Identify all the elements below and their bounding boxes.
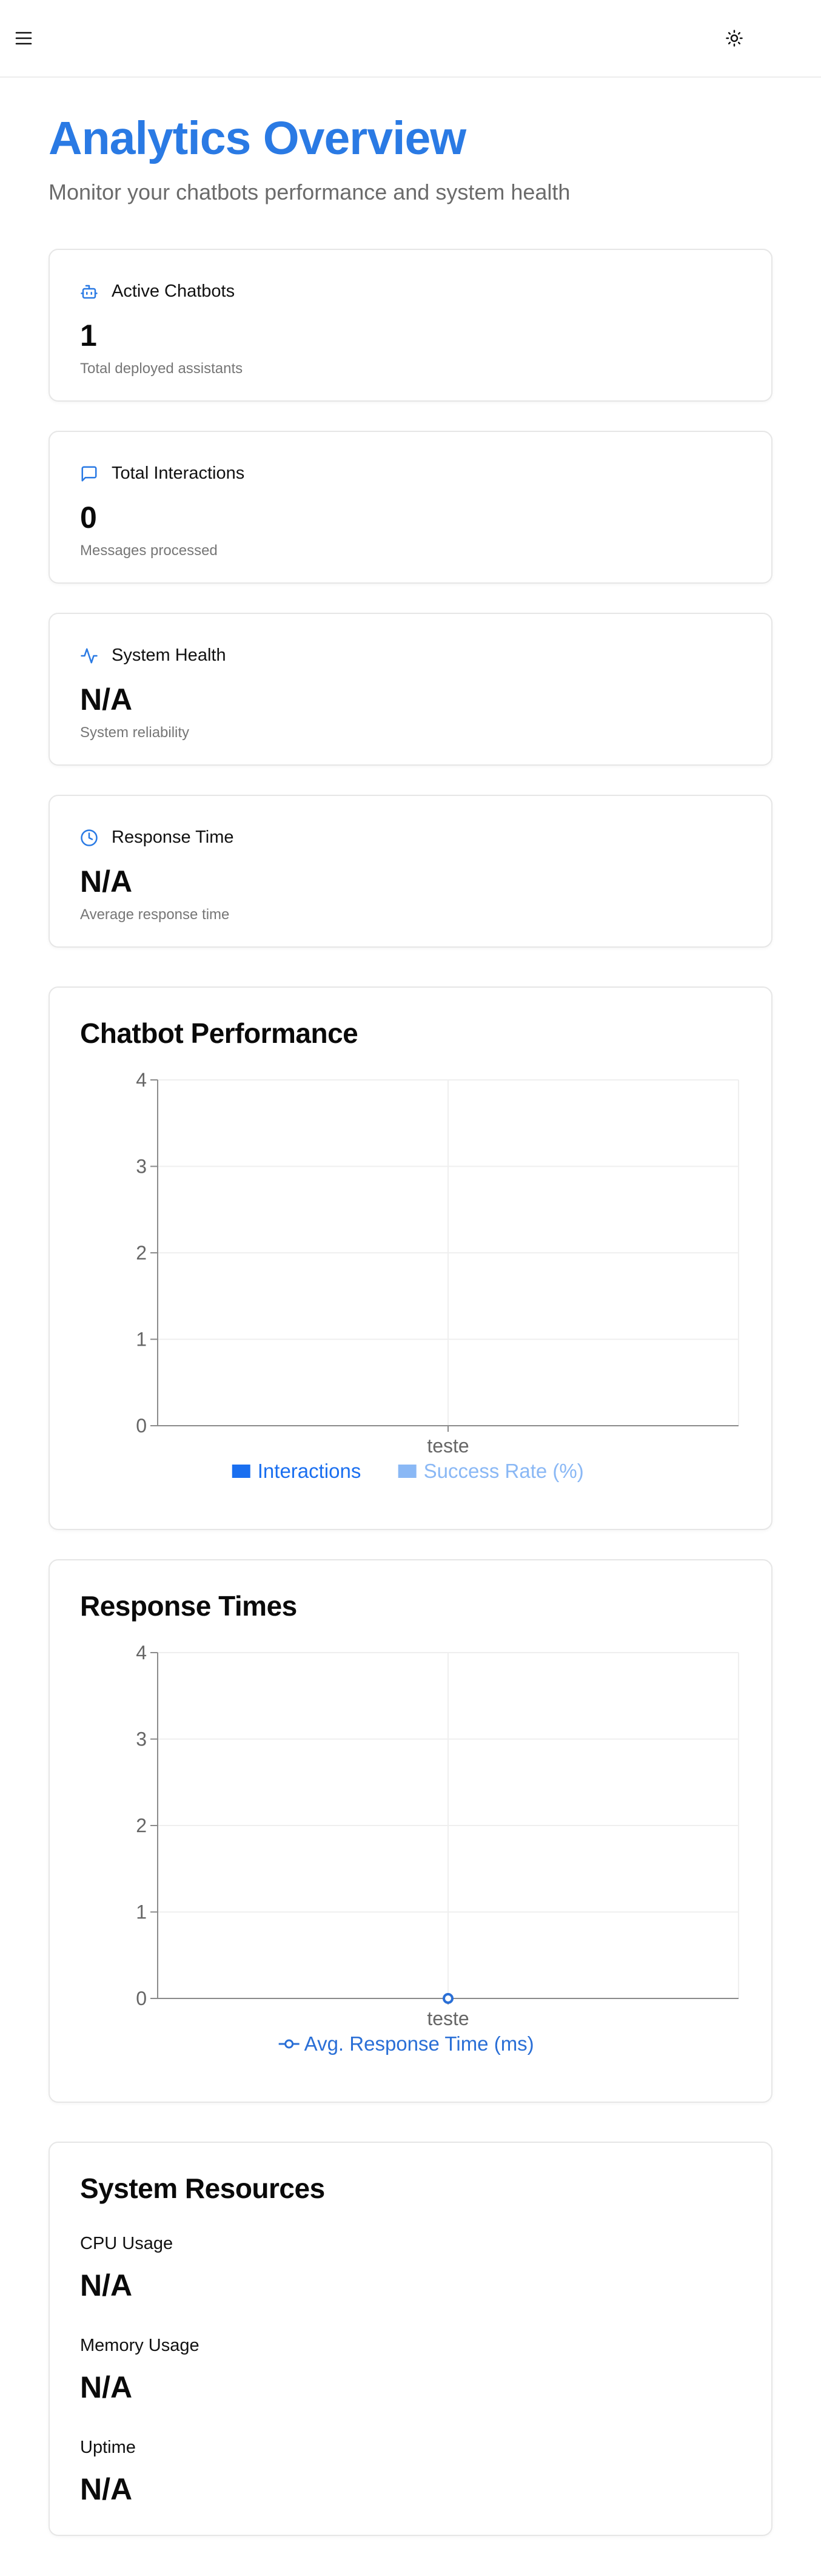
clock-icon [81,829,98,846]
y-tick-label: 2 [136,1242,147,1264]
y-tick-label: 0 [136,1415,147,1437]
performance-chart: 0 1 2 3 4 teste Interactions Success Rate (%) [136,1069,739,1482]
y-tick-label: 2 [136,1815,147,1836]
legend-swatch-0 [232,1465,250,1478]
stat-card-active-chatbots: Active Chatbots 1 Total deployed assista… [49,249,772,402]
bot-icon [81,285,98,298]
stat-description: Messages processed [80,542,218,559]
stat-card-system-health: System Health N/A System reliability [49,613,772,766]
chatbot-performance-card: Chatbot Performance 0 1 2 3 4 teste Interactio… [49,986,772,1530]
y-tick-label: 4 [136,1642,147,1664]
stat-title: System Health [112,646,226,665]
stat-title: Total Interactions [112,464,245,483]
resource-value-cpu: N/A [80,2268,133,2302]
resource-value-memory: N/A [80,2370,133,2404]
page-subtitle: Monitor your chatbots performance and sy… [49,180,571,204]
stat-title: Active Chatbots [112,282,235,301]
stat-value: 1 [80,319,97,352]
resource-value-uptime: N/A [80,2472,133,2506]
legend-label-0: Interactions [258,1460,361,1482]
stat-value: 0 [80,501,97,534]
response-times-chart: 0 1 2 3 4 teste Avg. Response Time (ms) [136,1642,739,2055]
system-resources-card: System Resources CPU Usage N/A Memory Us… [49,2142,772,2536]
page-title: Analytics Overview [49,112,466,164]
legend-swatch-1 [398,1465,417,1478]
x-tick-label: teste [427,2008,469,2029]
resource-label-cpu: CPU Usage [80,2234,173,2253]
stat-value: N/A [80,865,133,899]
resource-label-uptime: Uptime [80,2438,136,2457]
resource-label-memory: Memory Usage [80,2336,199,2355]
stat-card-total-interactions: Total Interactions 0 Messages processed [49,431,772,584]
card-title: System Resources [80,2173,325,2204]
y-tick-label: 3 [136,1728,147,1750]
theme-toggle-button[interactable] [717,21,751,55]
menu-button[interactable] [7,21,41,55]
data-point-0-0 [443,1993,454,2004]
x-tick-label: teste [427,1435,469,1457]
activity-icon [81,648,98,663]
y-tick-label: 4 [136,1069,147,1091]
legend-label-1: Success Rate (%) [424,1460,584,1482]
y-tick-label: 0 [136,1988,147,2009]
legend-marker-0 [284,2039,294,2049]
y-tick-label: 3 [136,1156,147,1178]
y-tick-label: 1 [136,1901,147,1923]
stat-description: System reliability [80,724,190,741]
legend-label-0: Avg. Response Time (ms) [304,2032,534,2055]
sun-icon [726,30,743,47]
stat-description: Average response time [80,906,230,923]
stat-value: N/A [80,683,133,716]
top-bar [0,0,821,78]
menu-icon [15,32,32,45]
response-times-card: Response Times 0 1 2 3 4 teste Avg. Response T… [49,1559,772,2103]
stat-card-response-time: Response Time N/A Average response time [49,795,772,948]
message-square-icon [81,466,97,481]
stat-description: Total deployed assistants [80,360,243,377]
y-tick-label: 1 [136,1329,147,1350]
stat-title: Response Time [112,828,234,847]
